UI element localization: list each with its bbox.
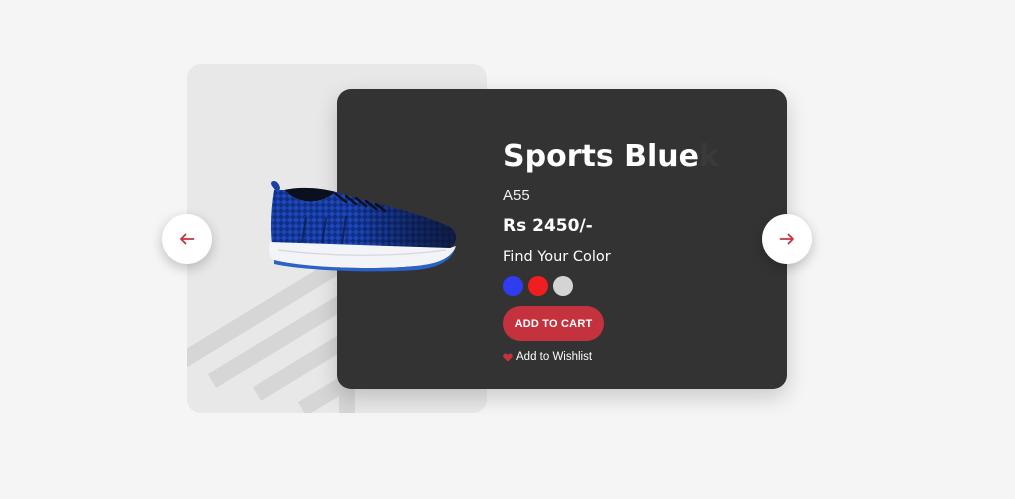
next-button[interactable]	[762, 214, 812, 264]
heart-icon	[503, 353, 513, 362]
color-swatch-grey[interactable]	[553, 276, 573, 296]
product-model: A55	[503, 187, 530, 204]
color-swatches	[503, 276, 573, 296]
add-to-cart-button[interactable]: ADD TO CART	[503, 306, 604, 341]
product-title: Sports Bluek	[503, 139, 719, 174]
previous-button[interactable]	[162, 214, 212, 264]
color-label: Find Your Color	[503, 249, 611, 265]
color-swatch-blue[interactable]	[503, 276, 523, 296]
product-title-overflow: k	[698, 139, 719, 174]
arrow-right-icon	[779, 233, 794, 245]
product-price: Rs 2450/-	[503, 216, 593, 236]
color-swatch-red[interactable]	[528, 276, 548, 296]
sneaker-image	[269, 181, 456, 272]
arrow-left-icon	[180, 233, 195, 245]
wishlist-label: Add to Wishlist	[516, 351, 593, 363]
add-to-wishlist-link[interactable]: Add to Wishlist	[503, 349, 592, 365]
